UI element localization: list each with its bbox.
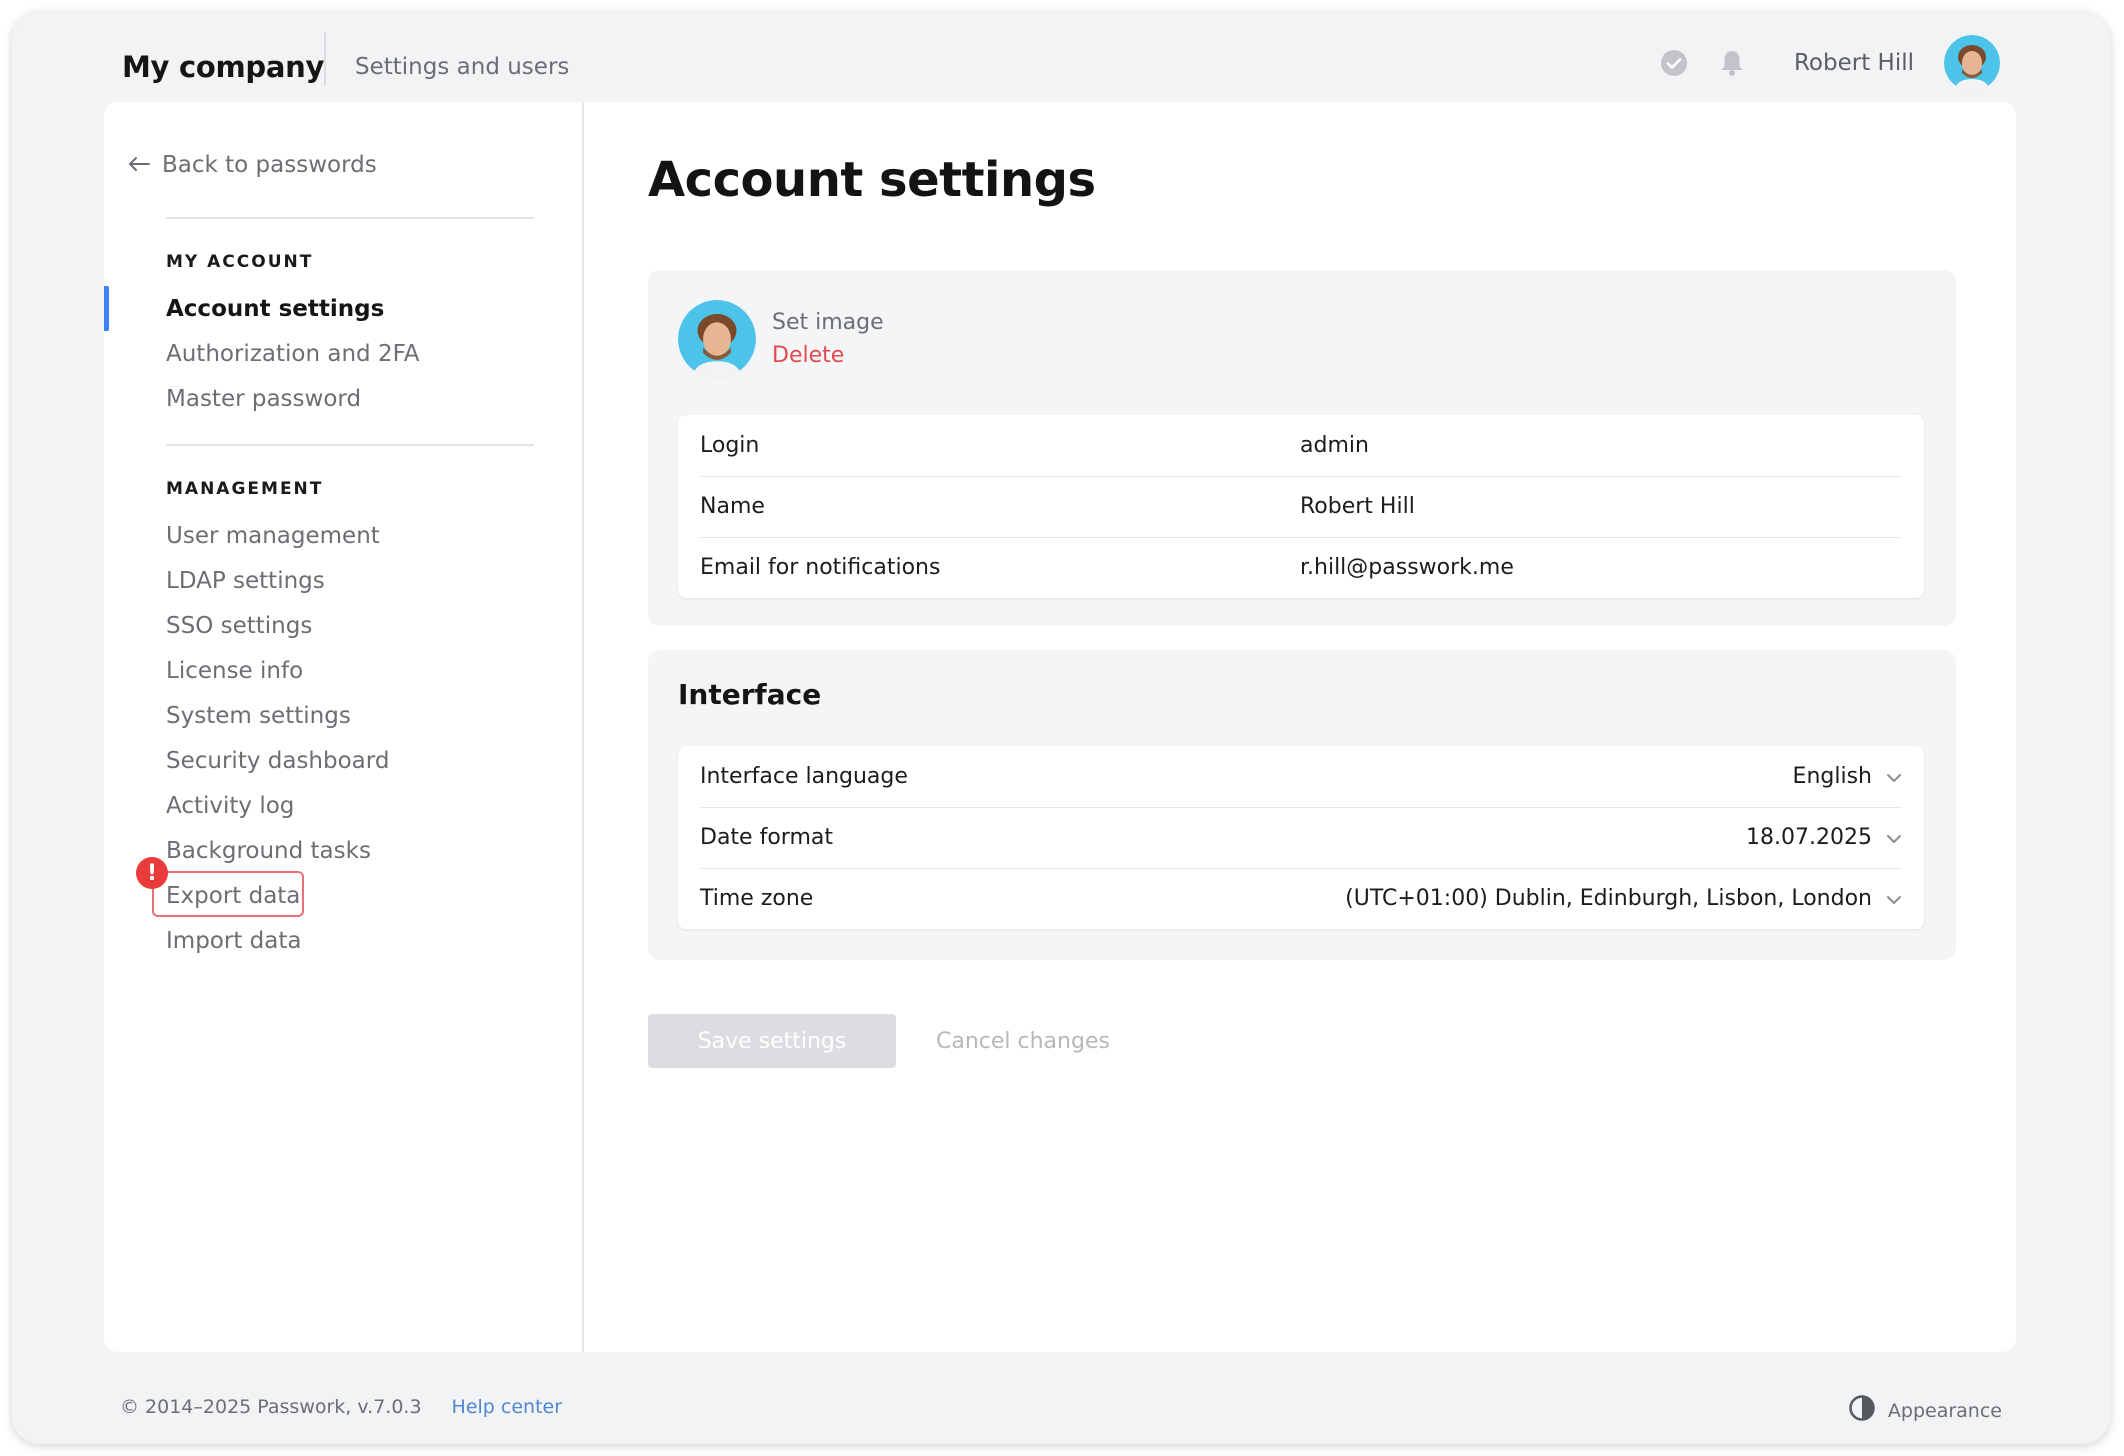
active-indicator bbox=[104, 286, 109, 331]
arrow-left-icon bbox=[128, 152, 150, 178]
bell-icon[interactable] bbox=[1716, 47, 1748, 79]
footer-left: © 2014–2025 Passwork, v.7.0.3 Help cente… bbox=[120, 1396, 562, 1418]
field-value[interactable]: Robert Hill bbox=[1300, 494, 1902, 519]
set-image-link[interactable]: Set image bbox=[772, 310, 884, 335]
sidebar-item-master-password[interactable]: Master password bbox=[166, 376, 419, 421]
interface-panel: Interface Interface language English Dat… bbox=[648, 650, 1956, 960]
field-value[interactable]: r.hill@passwork.me bbox=[1300, 555, 1902, 580]
select-value: English bbox=[1792, 764, 1872, 789]
page-title: Account settings bbox=[648, 152, 1096, 208]
content-card: Back to passwords MY ACCOUNT Account set… bbox=[104, 102, 2016, 1352]
sidebar-item-license-info[interactable]: License info bbox=[166, 648, 389, 693]
group-heading-management: MANAGEMENT bbox=[166, 479, 324, 499]
management-menu: User management LDAP settings SSO settin… bbox=[136, 513, 389, 963]
app-window: My company Settings and users Robert Hil… bbox=[12, 12, 2110, 1444]
sidebar-divider bbox=[166, 217, 534, 219]
avatar-row: Set image Delete bbox=[678, 300, 884, 378]
field-label: Login bbox=[700, 433, 760, 458]
save-settings-button[interactable]: Save settings bbox=[648, 1014, 896, 1068]
section-title: Settings and users bbox=[355, 54, 570, 80]
header-divider bbox=[324, 32, 326, 86]
sidebar-item-label: System settings bbox=[166, 702, 351, 729]
sidebar-item-security-dashboard[interactable]: Security dashboard bbox=[166, 738, 389, 783]
user-name[interactable]: Robert Hill bbox=[1794, 50, 1914, 76]
sidebar-item-label: Activity log bbox=[166, 792, 295, 819]
sidebar: Back to passwords MY ACCOUNT Account set… bbox=[104, 102, 584, 1352]
profile-panel: Set image Delete Login admin Name Robert… bbox=[648, 270, 1956, 626]
sidebar-item-label: LDAP settings bbox=[166, 567, 325, 594]
language-select[interactable]: English bbox=[1793, 764, 1902, 789]
sidebar-item-activity-log[interactable]: Activity log bbox=[166, 783, 389, 828]
appearance-toggle[interactable]: Appearance bbox=[1848, 1394, 2002, 1427]
field-row-email: Email for notifications r.hill@passwork.… bbox=[678, 537, 1924, 598]
chevron-down-icon bbox=[1886, 886, 1902, 911]
sidebar-item-user-management[interactable]: User management bbox=[166, 513, 389, 558]
contrast-icon bbox=[1848, 1394, 1876, 1427]
alert-icon: ! bbox=[136, 857, 168, 889]
cancel-changes-button[interactable]: Cancel changes bbox=[936, 1014, 1110, 1068]
sidebar-item-import-data[interactable]: Import data bbox=[166, 918, 389, 963]
sidebar-item-authorization-2fa[interactable]: Authorization and 2FA bbox=[166, 331, 419, 376]
field-row-login: Login admin bbox=[678, 415, 1924, 476]
sidebar-item-label: User management bbox=[166, 522, 380, 549]
select-value: 18.07.2025 bbox=[1746, 825, 1872, 850]
field-value[interactable]: admin bbox=[1300, 433, 1902, 458]
sidebar-item-label: License info bbox=[166, 657, 304, 684]
profile-avatar[interactable] bbox=[678, 300, 756, 378]
user-avatar[interactable] bbox=[1944, 35, 2000, 91]
check-circle-icon[interactable] bbox=[1658, 47, 1690, 79]
field-label: Date format bbox=[700, 825, 833, 850]
sidebar-item-label: SSO settings bbox=[166, 612, 313, 639]
group-heading-my-account: MY ACCOUNT bbox=[166, 252, 314, 272]
field-label: Email for notifications bbox=[700, 555, 941, 580]
select-value: (UTC+01:00) Dublin, Edinburgh, Lisbon, L… bbox=[1345, 886, 1872, 911]
sidebar-item-account-settings[interactable]: Account settings bbox=[104, 286, 419, 331]
help-center-link[interactable]: Help center bbox=[452, 1396, 562, 1418]
field-label: Interface language bbox=[700, 764, 908, 789]
sidebar-item-label: Security dashboard bbox=[166, 747, 390, 774]
field-row-date-format: Date format 18.07.2025 bbox=[678, 807, 1924, 868]
header-right: Robert Hill bbox=[1658, 28, 2000, 98]
sidebar-item-export-data[interactable]: ! Export data bbox=[136, 857, 389, 918]
appearance-label: Appearance bbox=[1887, 1399, 2002, 1422]
back-link-label: Back to passwords bbox=[162, 152, 377, 178]
highlight-box bbox=[152, 871, 304, 917]
sidebar-item-label: Account settings bbox=[166, 295, 385, 322]
profile-fields: Login admin Name Robert Hill Email for n… bbox=[678, 415, 1924, 598]
time-zone-select[interactable]: (UTC+01:00) Dublin, Edinburgh, Lisbon, L… bbox=[1345, 886, 1902, 911]
date-format-select[interactable]: 18.07.2025 bbox=[1746, 825, 1902, 850]
field-label: Time zone bbox=[700, 886, 814, 911]
sidebar-divider bbox=[166, 444, 534, 446]
main-content: Account settings Set image Delete Login … bbox=[584, 102, 2016, 1352]
field-row-interface-language: Interface language English bbox=[678, 746, 1924, 807]
sidebar-item-label: Import data bbox=[166, 927, 302, 954]
chevron-down-icon bbox=[1886, 764, 1902, 789]
chevron-down-icon bbox=[1886, 825, 1902, 850]
field-row-name: Name Robert Hill bbox=[678, 476, 1924, 537]
sidebar-item-label: Background tasks bbox=[166, 837, 371, 864]
interface-title: Interface bbox=[678, 678, 822, 711]
sidebar-item-background-tasks[interactable]: Background tasks bbox=[166, 828, 389, 873]
sidebar-item-system-settings[interactable]: System settings bbox=[166, 693, 389, 738]
sidebar-item-label: Authorization and 2FA bbox=[166, 340, 420, 367]
brand-title[interactable]: My company bbox=[122, 32, 324, 102]
back-to-passwords-link[interactable]: Back to passwords bbox=[128, 152, 377, 178]
field-label: Name bbox=[700, 494, 765, 519]
field-row-time-zone: Time zone (UTC+01:00) Dublin, Edinburgh,… bbox=[678, 868, 1924, 929]
sidebar-item-ldap-settings[interactable]: LDAP settings bbox=[166, 558, 389, 603]
delete-image-link[interactable]: Delete bbox=[772, 343, 884, 368]
sidebar-item-label: Master password bbox=[166, 385, 362, 412]
avatar-actions: Set image Delete bbox=[772, 310, 884, 368]
copyright-text: © 2014–2025 Passwork, v.7.0.3 bbox=[120, 1396, 422, 1418]
sidebar-item-sso-settings[interactable]: SSO settings bbox=[166, 603, 389, 648]
my-account-menu: Account settings Authorization and 2FA M… bbox=[104, 286, 419, 421]
interface-fields: Interface language English Date format 1… bbox=[678, 746, 1924, 929]
